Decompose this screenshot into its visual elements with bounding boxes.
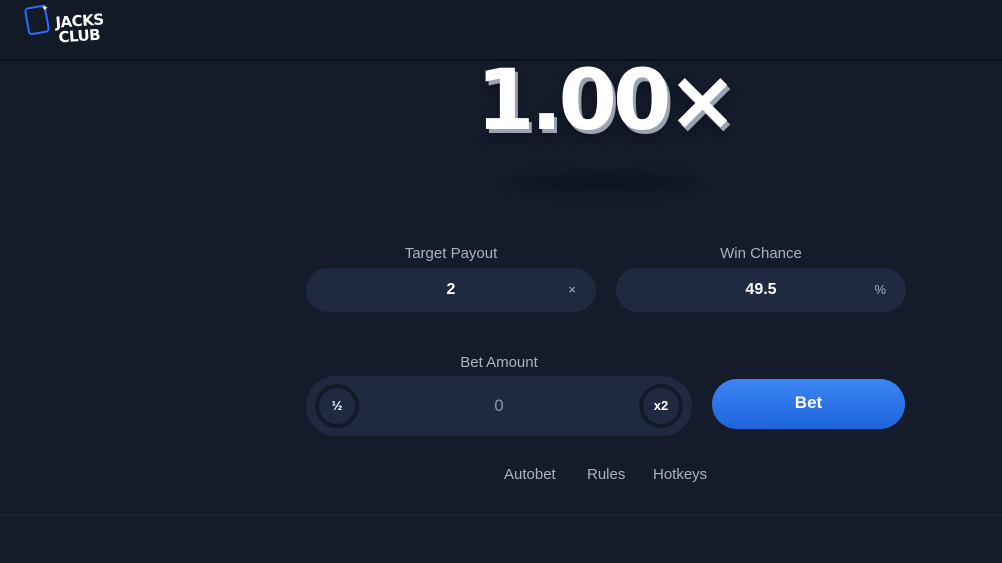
rules-link[interactable]: Rules bbox=[587, 466, 625, 483]
bet-button[interactable]: Bet bbox=[712, 379, 905, 429]
bottom-divider bbox=[0, 514, 1002, 515]
target-payout-label: Target Payout bbox=[404, 245, 498, 262]
logo-star-icon: ✦ bbox=[41, 4, 49, 14]
win-chance-label: Win Chance bbox=[720, 245, 802, 262]
logo-text: JACKS CLUB bbox=[55, 10, 105, 47]
half-bet-button[interactable]: ½ bbox=[315, 384, 359, 428]
bet-amount-input[interactable]: 0 bbox=[366, 376, 632, 436]
percent-suffix-icon: % bbox=[874, 282, 886, 297]
multiplier-suffix-icon: × bbox=[568, 282, 576, 297]
autobet-link[interactable]: Autobet bbox=[504, 466, 556, 483]
win-chance-input[interactable]: 49.5 % bbox=[616, 268, 906, 312]
bet-amount-field: ½ 0 x2 bbox=[306, 376, 692, 436]
double-bet-button[interactable]: x2 bbox=[639, 384, 683, 428]
multiplier-display: 1.00× bbox=[476, 51, 738, 149]
logo-text-line2: CLUB bbox=[57, 25, 101, 47]
win-chance-value[interactable]: 49.5 bbox=[616, 268, 906, 312]
target-payout-value[interactable]: 2 bbox=[306, 268, 596, 312]
multiplier-shadow bbox=[510, 176, 700, 190]
hotkeys-link[interactable]: Hotkeys bbox=[653, 466, 707, 483]
jacks-club-logo-icon[interactable]: ✦ JACKS CLUB bbox=[22, 4, 104, 47]
bet-amount-label: Bet Amount bbox=[460, 354, 538, 371]
target-payout-input[interactable]: 2 × bbox=[306, 268, 596, 312]
